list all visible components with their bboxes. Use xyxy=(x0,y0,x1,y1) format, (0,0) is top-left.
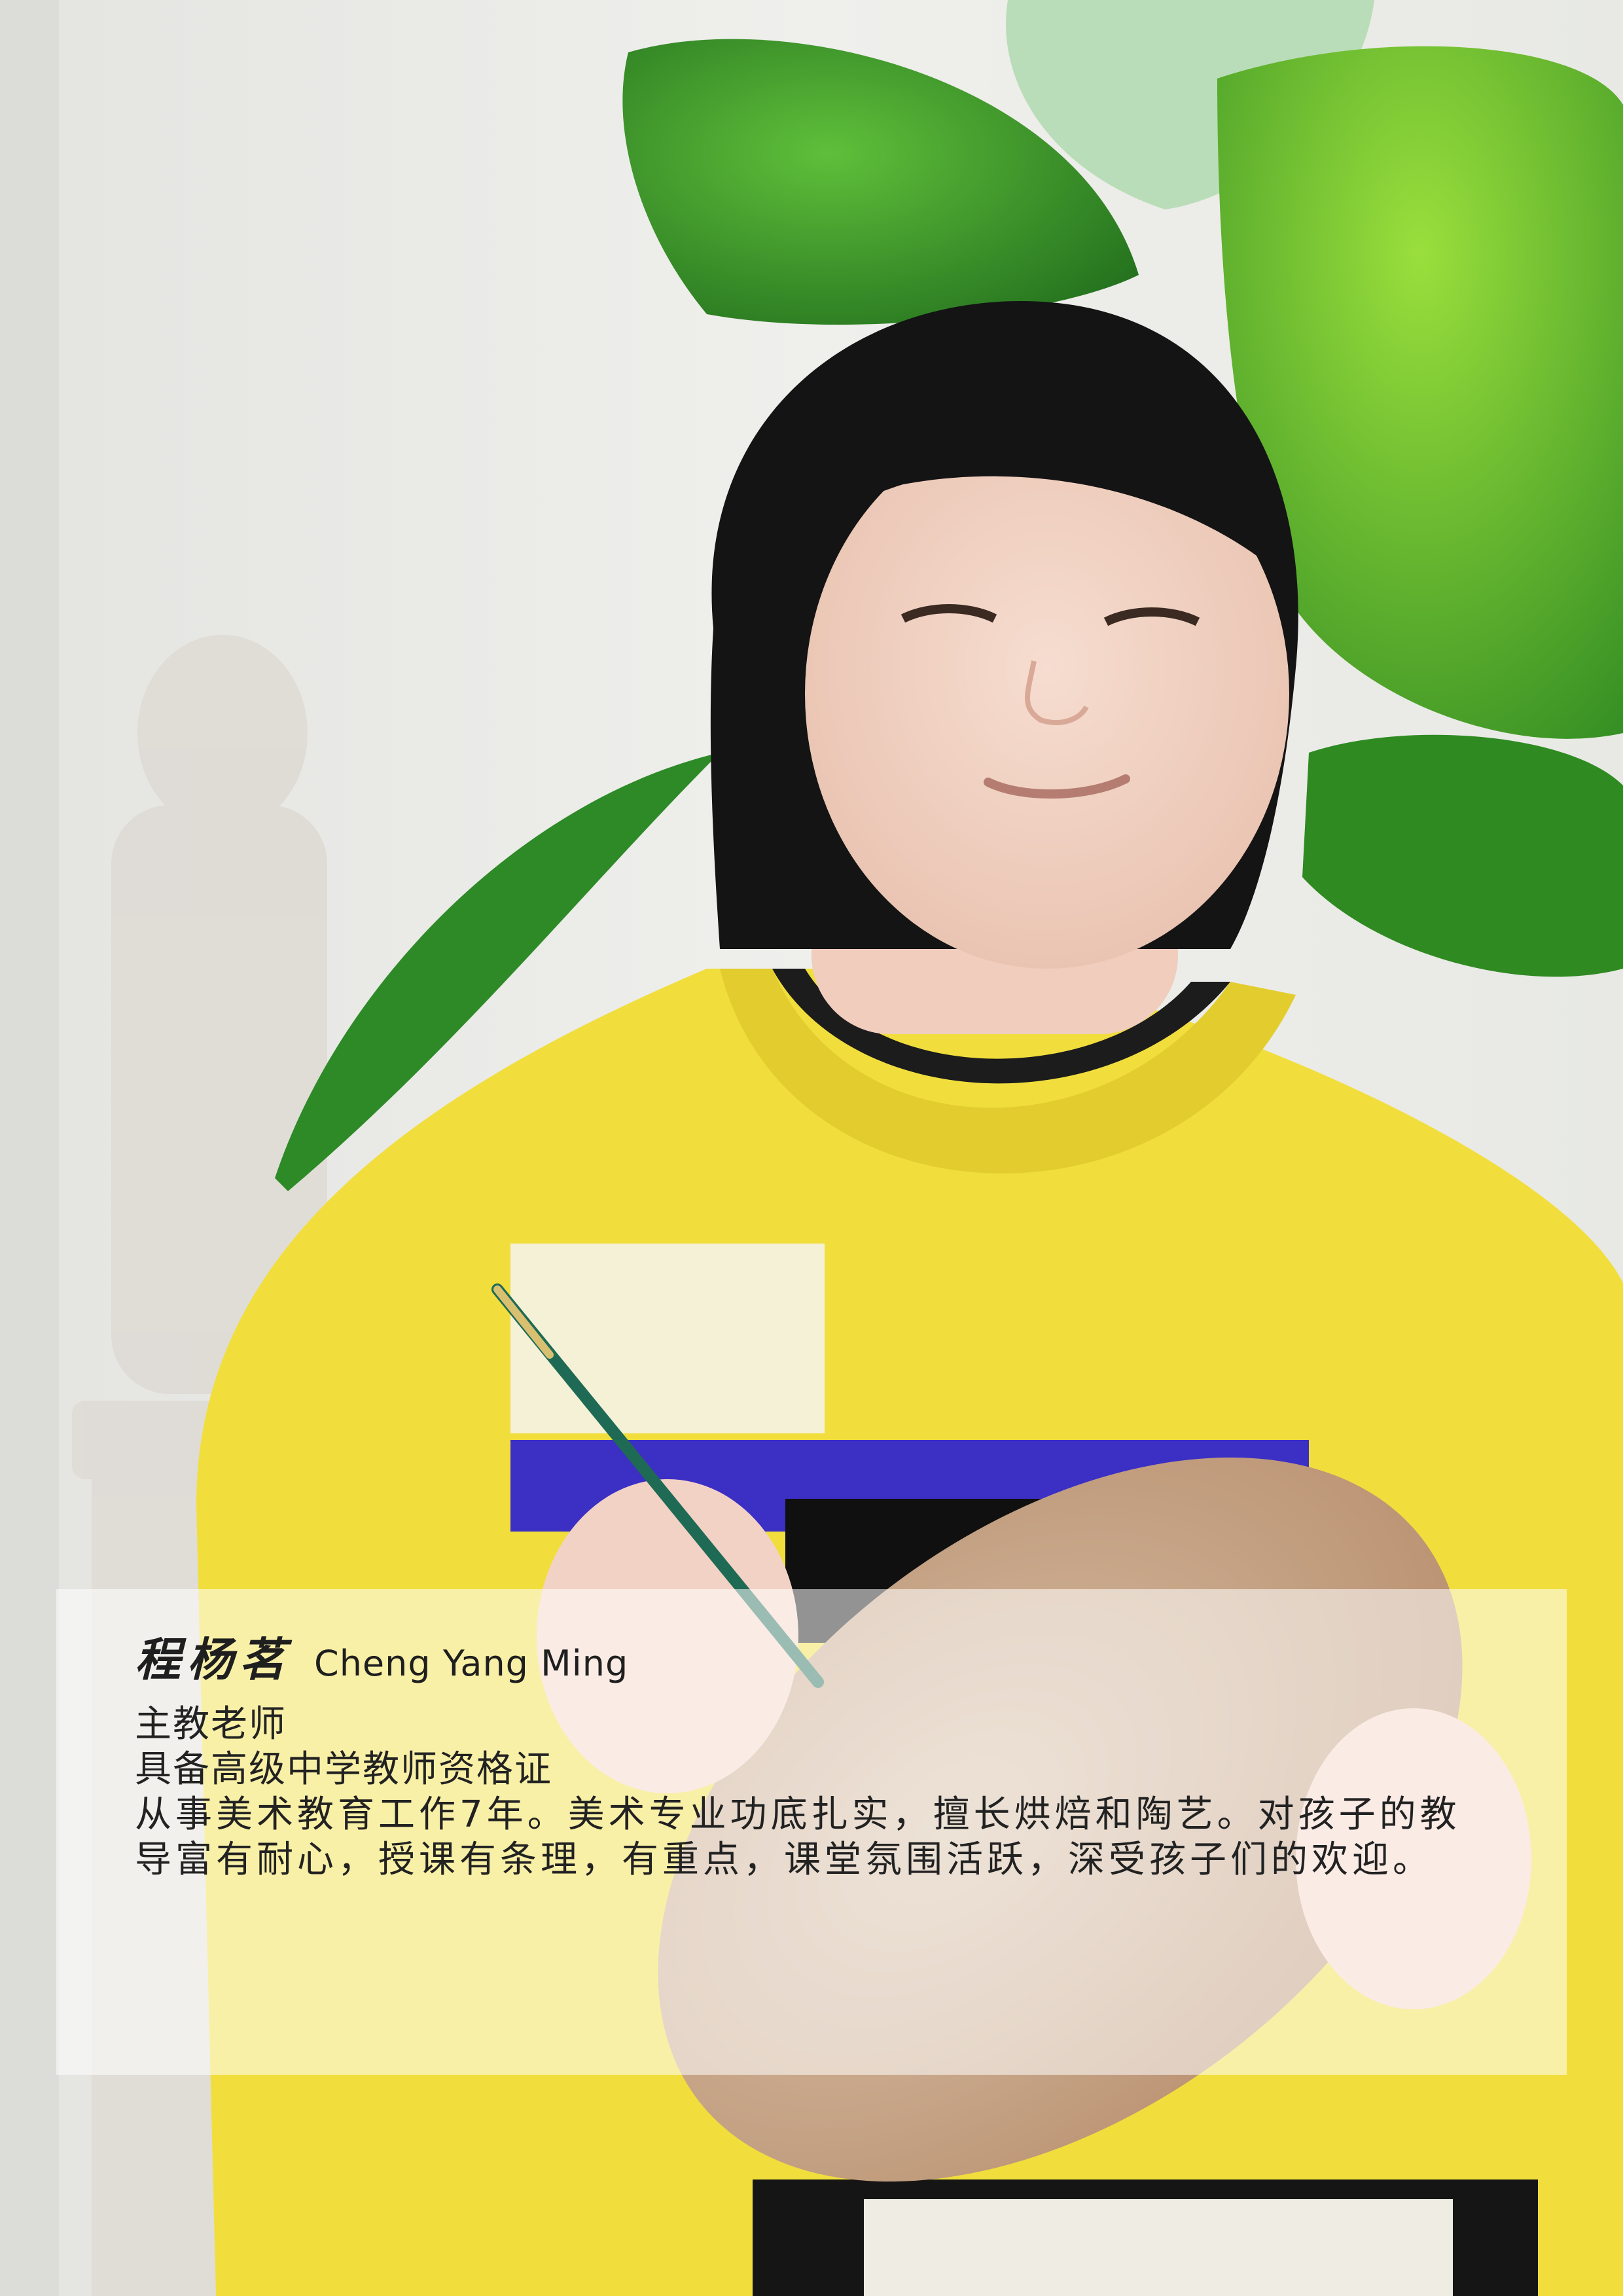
teacher-qualification: 具备高级中学教师资格证 xyxy=(135,1748,552,1791)
teacher-bio: 从事美术教育工作7年。美术专业功底扎实，擅长烘焙和陶艺。对孩子的教导富有耐心，授… xyxy=(135,1793,1461,1881)
teacher-name-english: Cheng Yang Ming xyxy=(314,1643,629,1684)
wall-edge xyxy=(0,0,59,2296)
teacher-role: 主教老师 xyxy=(135,1703,287,1746)
teacher-info-panel: 程杨茗 Cheng Yang Ming 主教老师 具备高级中学教师资格证 从事美… xyxy=(56,1589,1567,2075)
name-line: 程杨茗 Cheng Yang Ming xyxy=(135,1623,1488,1702)
teacher-name-chinese: 程杨茗 xyxy=(135,1632,292,1687)
